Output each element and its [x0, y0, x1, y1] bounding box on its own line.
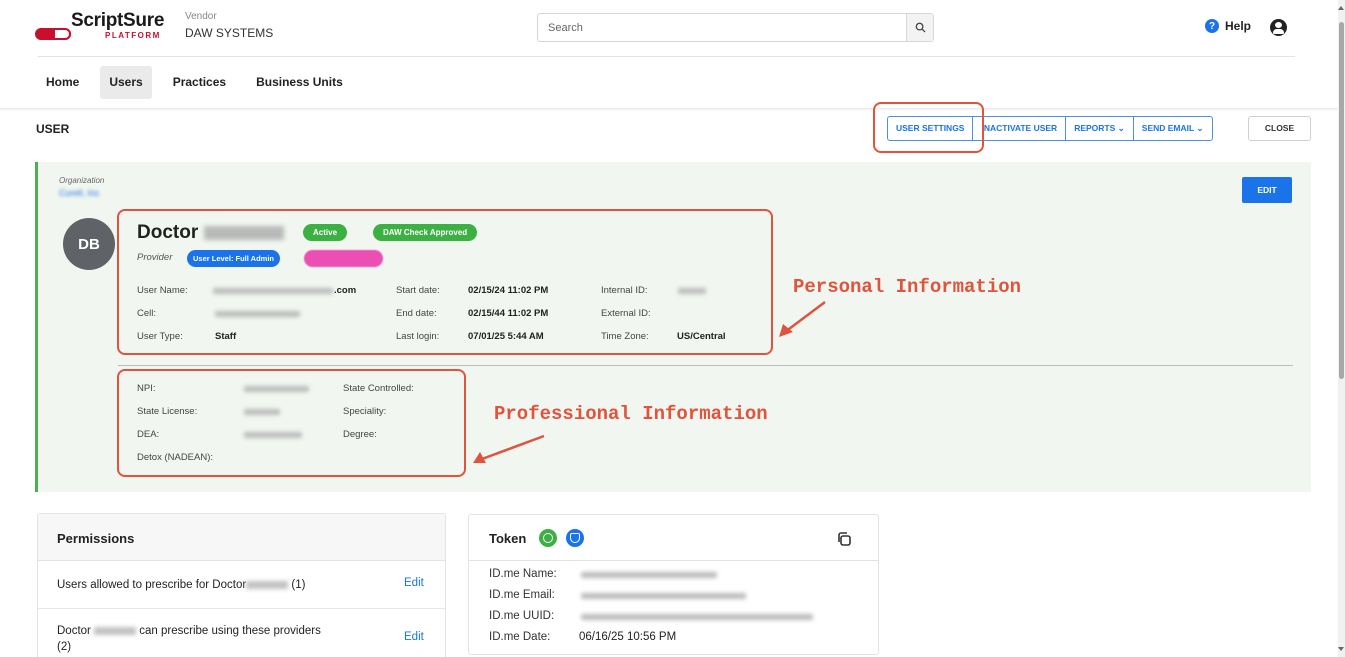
permissions-card: Permissions Users allowed to prescribe f… [37, 513, 446, 657]
org-link[interactable]: Curell, Inc [59, 188, 100, 198]
reports-dropdown[interactable]: REPORTS ⌄ [1066, 117, 1134, 140]
permissions-header: Permissions [38, 514, 445, 561]
nav-practices[interactable]: Practices [164, 66, 235, 99]
shield-check-icon [566, 529, 584, 547]
redacted-idme-name [581, 572, 717, 578]
page-title: USER [36, 122, 70, 136]
top-bar: ScriptSure PLATFORM Vendor DAW SYSTEMS ?… [0, 0, 1338, 58]
nav-home[interactable]: Home [37, 66, 88, 99]
permission-edit-link[interactable]: Edit [404, 577, 424, 589]
annotation-box-professional [117, 369, 466, 477]
help-label: Help [1225, 19, 1252, 33]
permission-row1-count: (1) [291, 579, 306, 591]
scroll-down-icon[interactable] [1338, 647, 1344, 651]
permissions-title: Permissions [57, 531, 135, 546]
permission-row: Users allowed to prescribe for Doctor (1… [38, 561, 445, 609]
search-box [537, 13, 934, 42]
close-button[interactable]: CLOSE [1248, 116, 1311, 141]
scrollbar[interactable] [1338, 0, 1345, 657]
annotation-box-user-settings [873, 102, 984, 153]
idme-uuid-label: ID.me UUID: [489, 610, 555, 622]
search-button[interactable] [906, 14, 933, 41]
nav-business-units[interactable]: Business Units [247, 66, 352, 99]
annotation-arrow-professional [473, 434, 545, 463]
help-link[interactable]: ? Help [1205, 19, 1251, 33]
annotation-professional-label: Professional Information [494, 403, 768, 425]
scriptsure-logo[interactable]: ScriptSure PLATFORM [35, 10, 170, 44]
permission-row: Doctor can prescribe using these provide… [38, 609, 445, 657]
logo-text: ScriptSure [71, 10, 165, 31]
token-header: Token [469, 515, 878, 561]
logo-pill-half [53, 28, 71, 40]
copy-icon[interactable] [836, 531, 852, 547]
send-email-dropdown[interactable]: SEND EMAIL ⌄ [1134, 117, 1212, 140]
avatar: DB [63, 218, 115, 270]
logo-subtext: PLATFORM [105, 31, 161, 40]
redacted-name [94, 626, 137, 635]
account-icon[interactable] [1270, 19, 1287, 36]
annotation-arrow-personal [779, 301, 826, 337]
nav-users[interactable]: Users [100, 66, 152, 99]
permission-row-text: Doctor can prescribe using these provide… [57, 623, 377, 655]
permission-row-text: Users allowed to prescribe for Doctor (1… [57, 577, 305, 593]
permission-edit-link[interactable]: Edit [404, 631, 424, 643]
header-divider [38, 56, 1295, 57]
token-title: Token [489, 531, 527, 546]
search-input[interactable] [538, 14, 898, 41]
edit-button[interactable]: EDIT [1242, 177, 1292, 203]
permission-row2-count: (2) [57, 641, 72, 653]
redacted-name [246, 580, 289, 589]
idme-email-label: ID.me Email: [489, 589, 555, 601]
inactivate-user-button[interactable]: INACTIVATE USER [973, 117, 1067, 140]
idme-verified-icon [539, 529, 557, 547]
permission-row1-text-a: Users allowed to prescribe for Doctor [57, 579, 247, 591]
permission-row2-text-b: can prescribe using these providers [139, 625, 321, 637]
idme-name-label: ID.me Name: [489, 568, 557, 580]
vendor-name: DAW SYSTEMS [185, 26, 274, 40]
idme-date-value: 06/16/25 10:56 PM [579, 631, 677, 643]
main-nav: Home Users Practices Business Units [37, 66, 352, 99]
permission-row2-text-a: Doctor [57, 625, 91, 637]
scrollbar-thumb[interactable] [1339, 22, 1344, 379]
annotation-box-personal [117, 209, 773, 355]
idme-date-label: ID.me Date: [489, 631, 551, 643]
redacted-idme-uuid [581, 614, 813, 620]
help-icon: ? [1205, 19, 1219, 33]
vendor-label: Vendor [185, 11, 217, 22]
section-divider [118, 365, 1293, 366]
org-label: Organization [59, 176, 105, 185]
token-card: Token ID.me Name: ID.me Email: ID.me UUI… [468, 514, 879, 655]
annotation-personal-label: Personal Information [793, 276, 1022, 298]
nav-shadow [0, 108, 1338, 111]
scroll-up-icon[interactable] [1338, 6, 1344, 10]
search-icon [915, 22, 926, 33]
redacted-idme-email [581, 593, 746, 599]
